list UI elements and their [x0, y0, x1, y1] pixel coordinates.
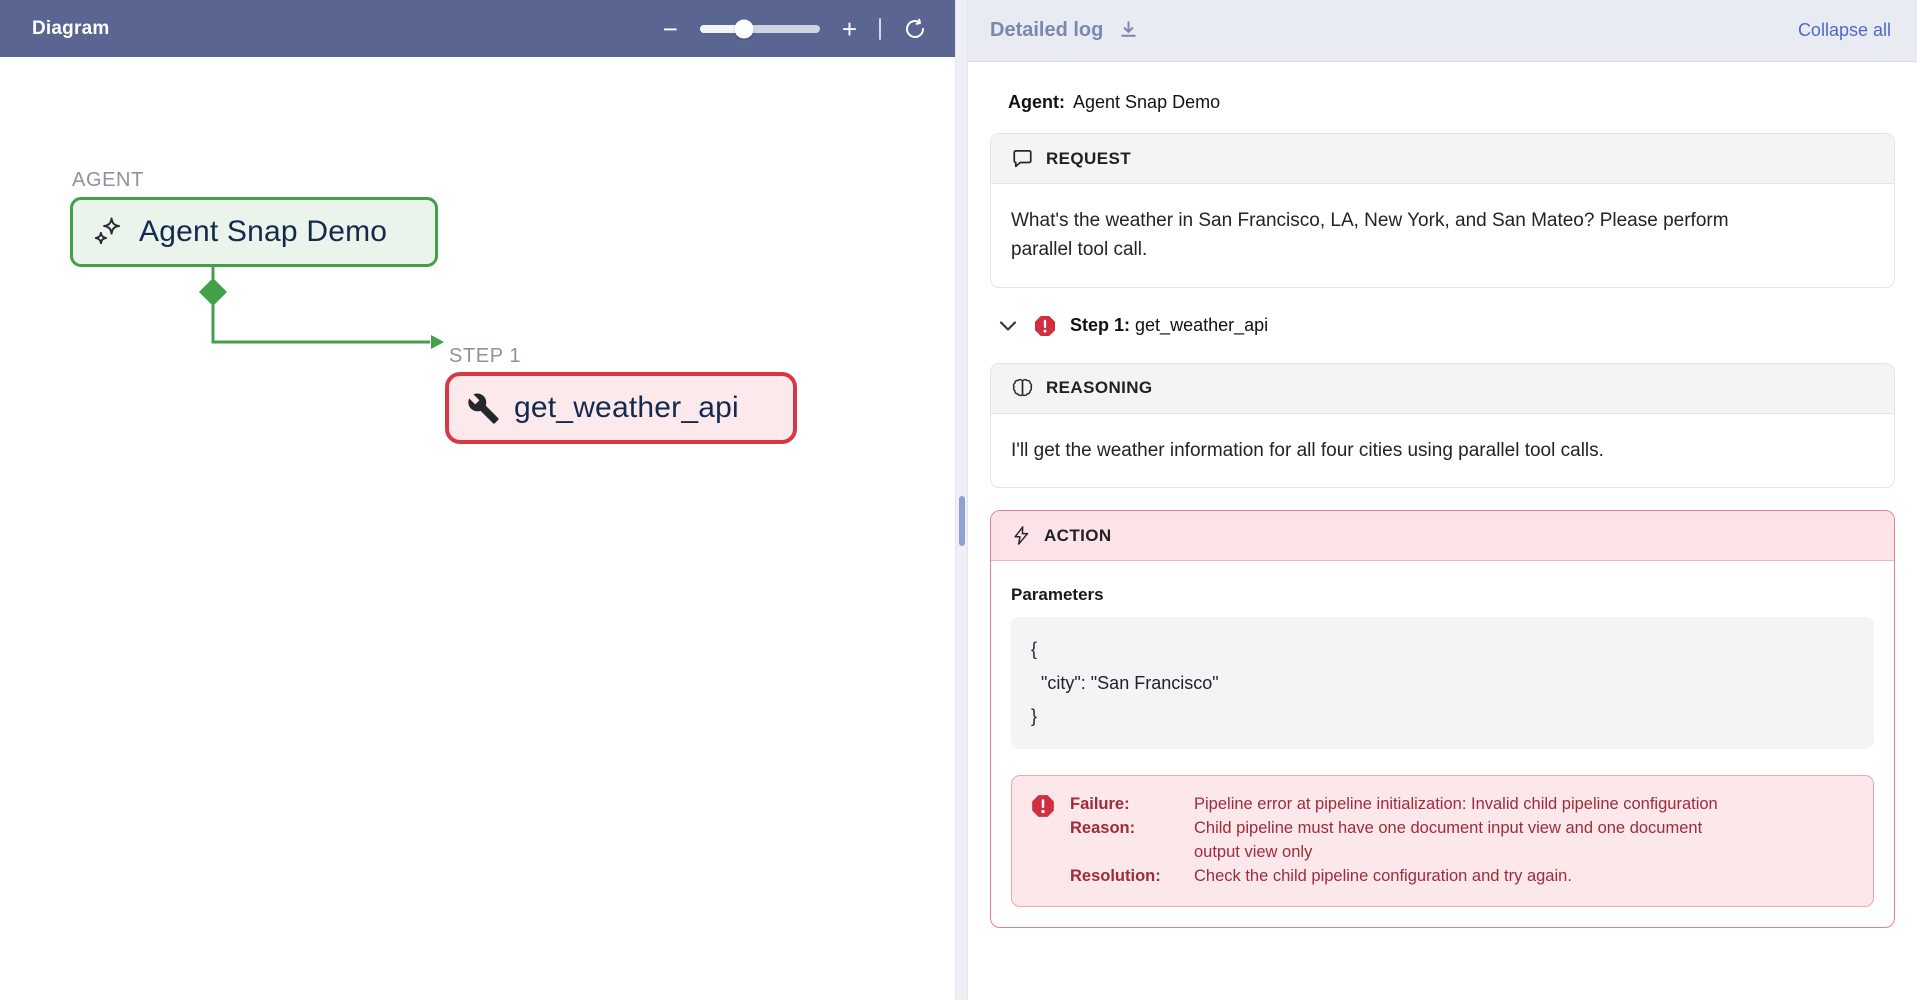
failure-label: Failure: — [1070, 793, 1190, 817]
agent-summary: Agent: Agent Snap Demo — [1008, 92, 1895, 113]
zoom-out-button[interactable]: − — [663, 16, 678, 42]
zoom-controls: − + — [663, 16, 927, 42]
parameters-label: Parameters — [1011, 585, 1874, 605]
failure-message-box: Failure: Pipeline error at pipeline init… — [1011, 775, 1874, 907]
tools-icon — [467, 392, 500, 425]
reasoning-card: REASONING I'll get the weather informati… — [990, 363, 1895, 488]
log-title: Detailed log — [990, 19, 1103, 42]
reasoning-card-header: REASONING — [991, 364, 1894, 414]
detailed-log-panel: Detailed log Collapse all Agent: Agent Sn… — [968, 0, 1917, 1000]
agent-summary-label: Agent: — [1008, 92, 1065, 112]
step-type-label: STEP 1 — [449, 345, 521, 368]
code-line: "city": "San Francisco" — [1031, 667, 1854, 700]
agent-node-name: Agent Snap Demo — [139, 215, 387, 249]
brain-icon — [1011, 377, 1034, 400]
request-title: REQUEST — [1046, 149, 1131, 169]
resolution-label: Resolution: — [1070, 865, 1190, 889]
log-content: Agent: Agent Snap Demo REQUEST What's the… — [968, 62, 1917, 1000]
download-icon — [1117, 19, 1140, 42]
diagram-canvas[interactable]: AGENT Agent Snap Demo STEP 1 get_weat — [0, 57, 955, 1000]
diagram-header: Diagram − + — [0, 0, 955, 57]
code-line: } — [1031, 700, 1854, 733]
error-octagon-icon — [1033, 314, 1057, 338]
panel-scrollbar[interactable] — [955, 0, 968, 1000]
step-log-label: Step 1: — [1070, 315, 1130, 335]
step-log-value: get_weather_api — [1135, 315, 1268, 335]
resolution-text: Check the child pipeline configuration a… — [1194, 865, 1742, 889]
controls-divider — [879, 18, 881, 40]
parameters-code-block: { "city": "San Francisco" } — [1011, 617, 1874, 749]
zoom-slider[interactable] — [700, 25, 820, 33]
request-card-header: REQUEST — [991, 134, 1894, 184]
diagram-title: Diagram — [32, 18, 663, 40]
chevron-down-icon[interactable] — [996, 314, 1020, 338]
log-header: Detailed log Collapse all — [968, 0, 1917, 62]
action-card-body: Parameters { "city": "San Francisco" } F… — [991, 561, 1894, 927]
action-card: ACTION Parameters { "city": "San Francis… — [990, 510, 1895, 928]
scrollbar-thumb[interactable] — [959, 496, 965, 546]
code-line: { — [1031, 633, 1854, 666]
zoom-slider-handle[interactable] — [734, 19, 753, 38]
agent-node[interactable]: Agent Snap Demo — [70, 197, 438, 267]
failure-details: Failure: Pipeline error at pipeline init… — [1070, 793, 1742, 889]
failure-octagon-icon — [1030, 793, 1056, 889]
request-body: What's the weather in San Francisco, LA,… — [991, 184, 1761, 287]
lightning-bolt-icon — [1011, 525, 1032, 546]
step-node-name: get_weather_api — [514, 391, 739, 425]
step-log-row[interactable]: Step 1: get_weather_api — [996, 314, 1895, 338]
failure-text: Pipeline error at pipeline initializatio… — [1194, 793, 1742, 817]
action-card-header: ACTION — [991, 511, 1894, 561]
chat-bubble-icon — [1011, 147, 1034, 170]
download-log-button[interactable] — [1117, 19, 1140, 42]
zoom-in-button[interactable]: + — [842, 16, 857, 42]
step-log-text: Step 1: get_weather_api — [1070, 315, 1268, 336]
reason-text: Child pipeline must have one document in… — [1194, 817, 1742, 865]
sparkles-icon — [91, 215, 125, 249]
step-node[interactable]: get_weather_api — [445, 372, 797, 444]
reasoning-body: I'll get the weather information for all… — [991, 414, 1894, 487]
reasoning-title: REASONING — [1046, 378, 1153, 398]
reason-label: Reason: — [1070, 817, 1190, 865]
app-window: Diagram − + — [0, 0, 1917, 1000]
collapse-all-button[interactable]: Collapse all — [1798, 20, 1891, 41]
agent-summary-value: Agent Snap Demo — [1073, 92, 1220, 112]
request-card: REQUEST What's the weather in San Franci… — [990, 133, 1895, 288]
agent-type-label: AGENT — [72, 169, 144, 192]
action-title: ACTION — [1044, 526, 1112, 546]
diagram-panel: Diagram − + — [0, 0, 955, 1000]
reset-view-icon[interactable] — [903, 17, 927, 41]
